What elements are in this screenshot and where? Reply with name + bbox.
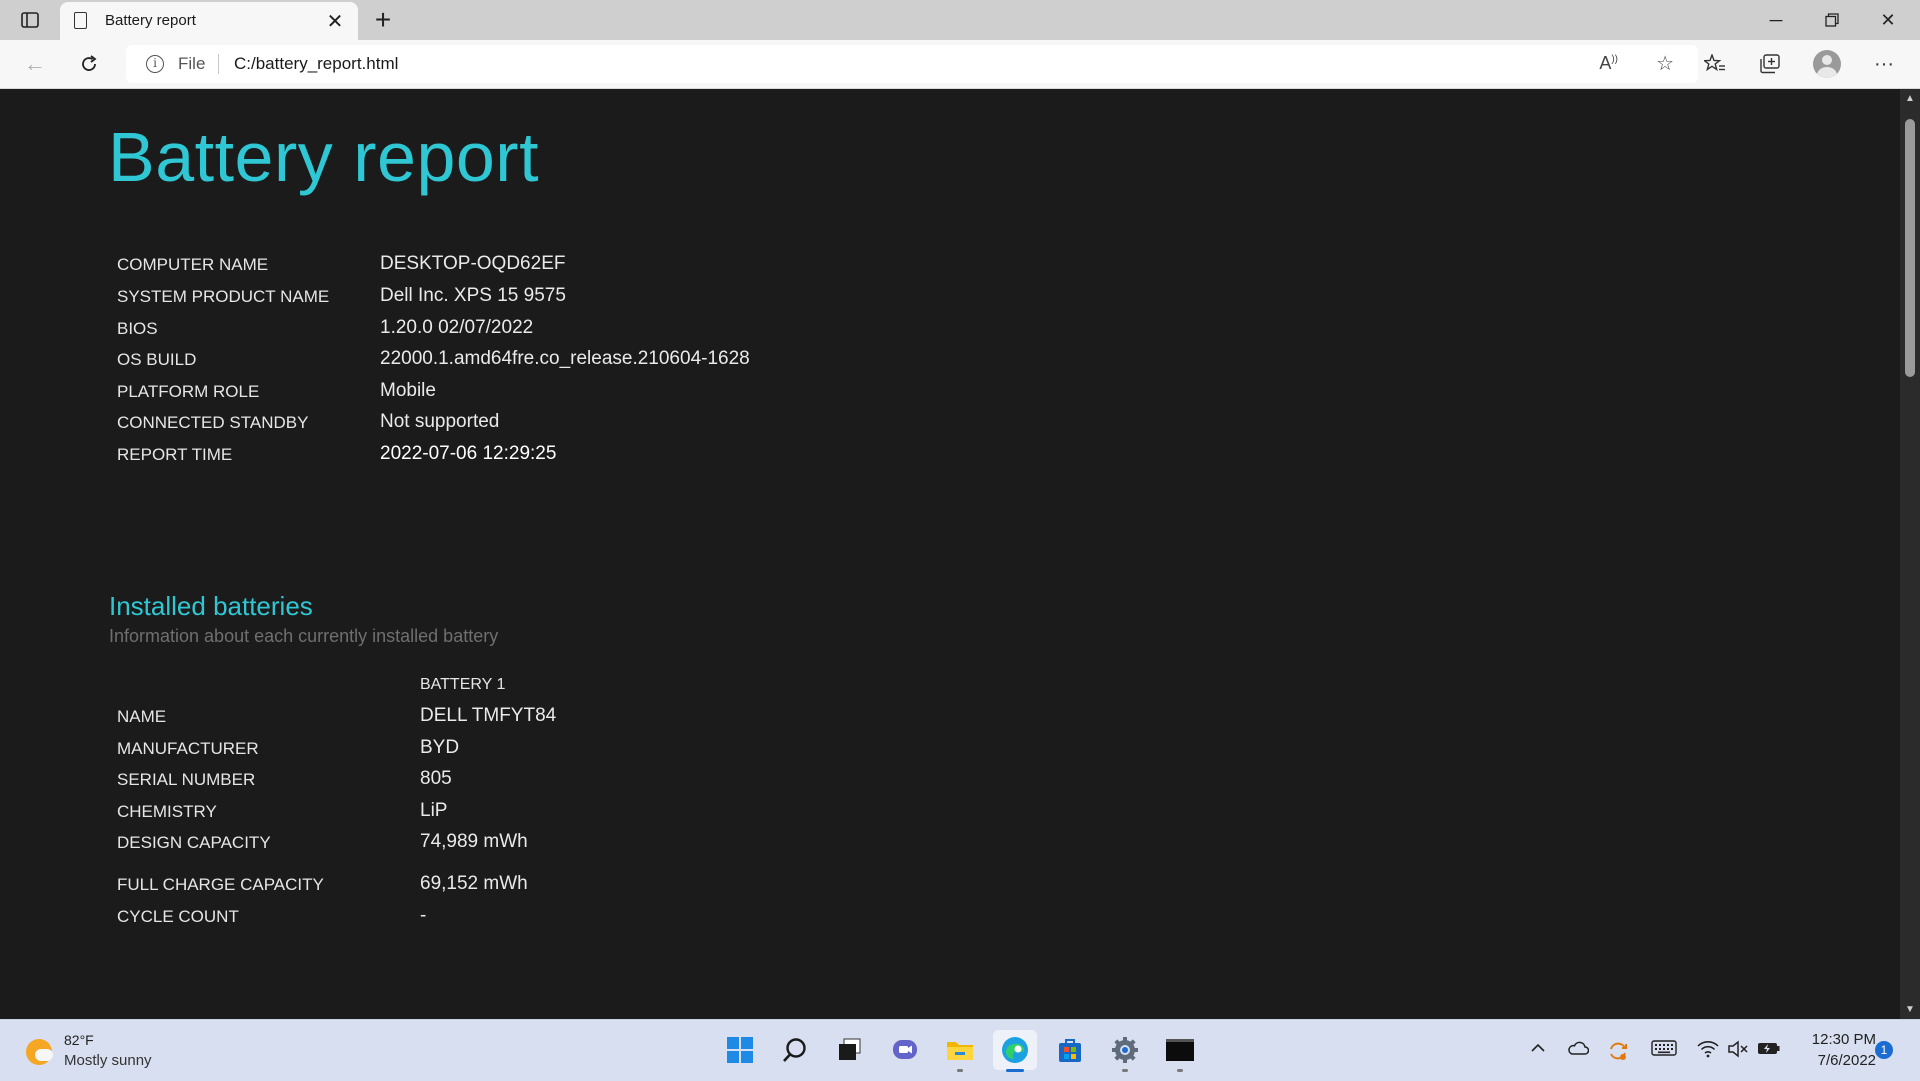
tab-title: Battery report [105, 12, 196, 29]
running-indicator [957, 1069, 963, 1072]
weather-temperature: 82°F [64, 1032, 94, 1048]
running-indicator [1122, 1069, 1128, 1072]
battery-column-header: BATTERY 1 [420, 676, 506, 693]
clock-date[interactable]: 7/6/2022 [1800, 1052, 1876, 1069]
battery-info-value: - [420, 905, 427, 926]
add-favorite-icon[interactable]: ☆ [1656, 51, 1674, 76]
info-icon[interactable]: i [146, 55, 164, 73]
chat-icon[interactable] [883, 1030, 927, 1070]
page-title: Battery report [108, 118, 540, 196]
system-info-key: CONNECTED STANDBY [117, 413, 309, 432]
address-url[interactable]: C:/battery_report.html [234, 54, 398, 74]
read-aloud-icon[interactable]: A)) [1599, 53, 1618, 74]
system-info-key: OS BUILD [117, 350, 197, 369]
tab-bar: Battery report ✕ + ─ ✕ [0, 0, 1920, 40]
system-info-value: Not supported [380, 411, 500, 432]
battery-info-key: MANUFACTURER [117, 739, 259, 758]
system-info-key: REPORT TIME [117, 445, 233, 464]
system-info-value: 2022-07-06 12:29:25 [380, 443, 557, 464]
battery-info-key: FULL CHARGE CAPACITY [117, 875, 324, 894]
show-hidden-icons-icon[interactable] [1530, 1040, 1546, 1061]
battery-info-key: CYCLE COUNT [117, 907, 239, 926]
system-info-value: 22000.1.amd64fre.co_release.210604-1628 [380, 348, 750, 369]
weather-sun-icon [26, 1039, 53, 1065]
battery-info-key: DESIGN CAPACITY [117, 833, 271, 852]
address-bar[interactable]: i File C:/battery_report.html A)) ☆ [126, 45, 1698, 83]
battery-info-key: NAME [117, 707, 167, 726]
system-info-value: Mobile [380, 380, 436, 401]
collections-icon[interactable] [1752, 48, 1788, 80]
back-icon[interactable]: ← [18, 48, 52, 80]
address-separator [218, 54, 219, 74]
onedrive-icon[interactable] [1567, 1040, 1590, 1061]
section-subtitle: Information about each currently install… [109, 626, 499, 646]
battery-info-value: DELL TMFYT84 [420, 705, 557, 726]
notification-badge[interactable]: 1 [1875, 1041, 1893, 1059]
clock-time[interactable]: 12:30 PM [1800, 1031, 1876, 1048]
file-explorer-icon[interactable] [938, 1030, 982, 1072]
system-info-key: BIOS [117, 319, 158, 338]
keyboard-icon[interactable] [1651, 1040, 1677, 1061]
close-window-icon[interactable]: ✕ [1860, 4, 1916, 36]
system-info-key: PLATFORM ROLE [117, 382, 260, 401]
sync-icon[interactable] [1607, 1040, 1629, 1067]
terminal-icon[interactable] [1158, 1030, 1202, 1072]
battery-info-key: CHEMISTRY [117, 802, 217, 821]
profile-avatar[interactable] [1813, 50, 1841, 78]
system-info-value: Dell Inc. XPS 15 9575 [380, 285, 566, 306]
system-info-key: SYSTEM PRODUCT NAME [117, 287, 330, 306]
system-info-key: COMPUTER NAME [117, 255, 269, 274]
refresh-icon[interactable] [72, 48, 106, 80]
close-tab-icon[interactable]: ✕ [324, 9, 346, 34]
weather-description: Mostly sunny [64, 1052, 152, 1069]
scroll-down-icon[interactable]: ▼ [1900, 1004, 1920, 1015]
volume-muted-icon[interactable] [1727, 1040, 1749, 1063]
page-content: Battery report COMPUTER NAME DESKTOP-OQD… [0, 89, 1900, 1019]
taskbar: 82°F Mostly sunny 12:30 PM 7/6/2022 1 [0, 1019, 1920, 1081]
search-icon[interactable] [773, 1030, 817, 1070]
battery-info-value: 805 [420, 768, 452, 789]
system-info-value: 1.20.0 02/07/2022 [380, 317, 534, 338]
task-view-icon[interactable] [828, 1030, 872, 1070]
edge-icon[interactable] [993, 1030, 1037, 1072]
more-options-icon[interactable]: ··· [1866, 48, 1902, 80]
favorites-icon[interactable] [1697, 48, 1733, 80]
wifi-icon[interactable] [1697, 1040, 1719, 1063]
address-scheme: File [178, 54, 206, 73]
page-icon [74, 12, 87, 29]
address-toolbar: ← i File C:/battery_report.html A)) ☆ ··… [0, 40, 1920, 89]
tab-battery-report[interactable]: Battery report ✕ [60, 2, 358, 40]
section-title-installed-batteries: Installed batteries [109, 591, 313, 621]
settings-icon[interactable] [1103, 1030, 1147, 1072]
running-indicator [1006, 1069, 1024, 1072]
battery-charging-icon[interactable] [1757, 1040, 1781, 1061]
system-info-value: DESKTOP-OQD62EF [380, 253, 566, 274]
restore-icon[interactable] [1804, 4, 1860, 36]
running-indicator [1177, 1069, 1183, 1072]
minimize-icon[interactable]: ─ [1748, 4, 1804, 36]
battery-info-value: 69,152 mWh [420, 873, 528, 894]
tab-actions-icon[interactable] [18, 8, 42, 32]
new-tab-icon[interactable]: + [368, 4, 398, 36]
start-icon[interactable] [718, 1030, 762, 1070]
scroll-up-icon[interactable]: ▲ [1900, 93, 1920, 104]
store-icon[interactable] [1048, 1030, 1092, 1070]
vertical-scrollbar[interactable]: ▲ ▼ [1900, 89, 1920, 1019]
battery-info-value: LiP [420, 800, 448, 821]
battery-info-key: SERIAL NUMBER [117, 770, 256, 789]
battery-info-value: BYD [420, 737, 460, 758]
scrollbar-thumb[interactable] [1905, 119, 1915, 377]
battery-info-value: 74,989 mWh [420, 831, 528, 852]
